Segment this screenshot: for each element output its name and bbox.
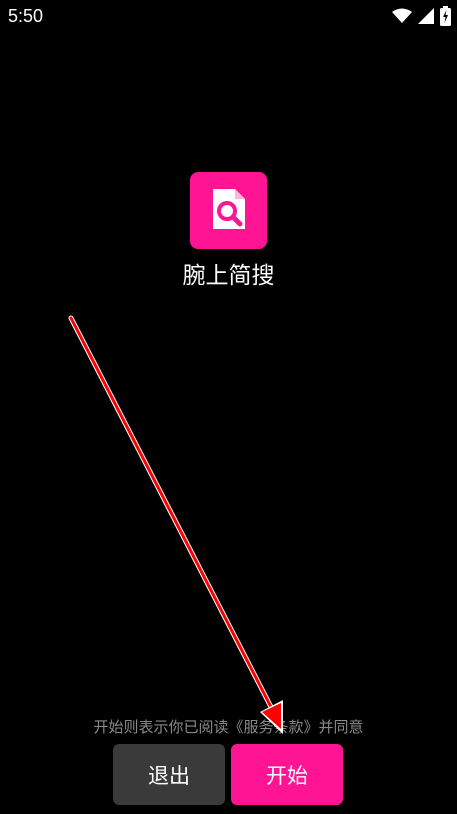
exit-button-label: 退出 (148, 763, 190, 788)
app-name: 腕上简搜 (182, 263, 275, 289)
document-search-icon (205, 185, 253, 237)
status-bar: 5:50 (0, 0, 457, 32)
terms-text: 开始则表示你已阅读《服务条款》并同意 (93, 718, 364, 736)
wifi-icon (392, 8, 412, 24)
status-icons (392, 6, 451, 26)
exit-button[interactable]: 退出 (113, 744, 225, 805)
signal-icon (418, 8, 434, 24)
start-button-label: 开始 (266, 763, 308, 788)
annotation-arrow (68, 315, 283, 734)
status-time: 5:50 (8, 6, 44, 26)
battery-charging-icon (440, 6, 451, 26)
app-icon (190, 172, 267, 249)
start-button[interactable]: 开始 (231, 744, 343, 805)
